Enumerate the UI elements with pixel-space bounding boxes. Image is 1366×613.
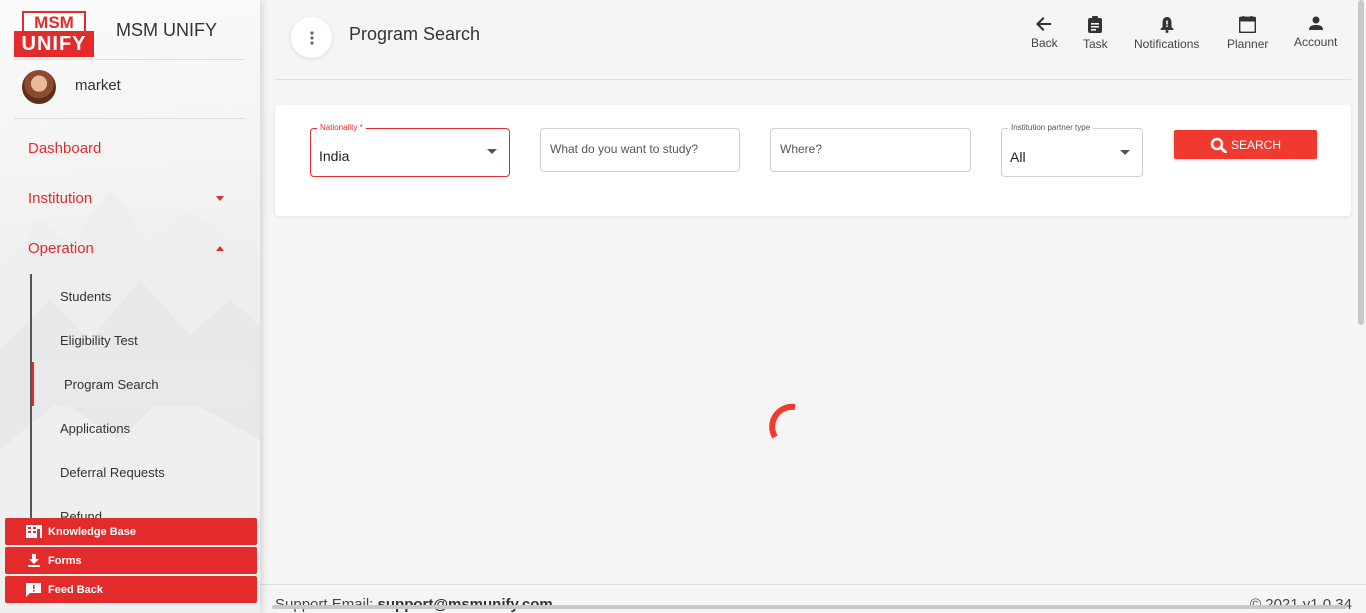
user-profile[interactable]: market — [22, 69, 121, 105]
sidebar-subitem-deferral-requests[interactable]: Deferral Requests — [60, 450, 250, 494]
arrow-left-icon — [1036, 17, 1052, 31]
task-label: Task — [1083, 37, 1108, 51]
institution-partner-type-select[interactable]: Institution partner type All — [1001, 123, 1143, 177]
button-label: Feed Back — [48, 583, 104, 596]
loading-spinner-icon — [768, 403, 804, 448]
more-vertical-icon — [309, 30, 314, 45]
back-label: Back — [1031, 36, 1058, 50]
bell-icon — [1160, 17, 1174, 33]
download-icon — [25, 554, 42, 568]
calendar-icon — [1239, 16, 1257, 33]
forms-button[interactable]: Forms — [5, 547, 257, 574]
avatar — [22, 70, 56, 104]
sidebar-item-operation[interactable]: Operation — [28, 236, 228, 260]
search-button-label: SEARCH — [1230, 137, 1281, 152]
planner-label: Planner — [1227, 37, 1269, 51]
feedback-button[interactable]: Feed Back — [5, 576, 257, 603]
sidebar-subitem-label: Program Search — [64, 376, 159, 392]
dropdown-arrow-icon — [487, 149, 497, 154]
nationality-select[interactable]: Nationality * India — [310, 123, 510, 177]
divider — [14, 118, 245, 119]
search-icon — [1210, 137, 1227, 153]
brand-name: MSM UNIFY — [116, 19, 217, 40]
study-placeholder: What do you want to study? — [550, 142, 699, 156]
sidebar-item-label: Dashboard — [28, 139, 102, 157]
sidebar: MSM UNIFY MSM UNIFY market Dashboard Ins… — [0, 0, 260, 613]
account-label: Account — [1294, 35, 1338, 49]
sidebar-subitem-label: Deferral Requests — [60, 464, 165, 480]
page-title: Program Search — [349, 24, 481, 44]
search-button[interactable]: SEARCH — [1174, 130, 1317, 159]
sidebar-subitem-eligibility-test[interactable]: Eligibility Test — [60, 318, 250, 362]
sidebar-subitem-label: Students — [60, 288, 112, 304]
top-header: Program Search Back Task Notifications P… — [275, 0, 1351, 80]
caret-up-icon — [216, 245, 224, 251]
sidebar-subitem-students[interactable]: Students — [60, 274, 250, 318]
msm-unify-logo: MSM UNIFY — [14, 11, 94, 57]
vertical-scrollbar[interactable] — [1358, 0, 1364, 325]
where-placeholder: Where? — [780, 142, 823, 156]
nationality-label: Nationality * — [317, 123, 366, 133]
brand[interactable]: MSM UNIFY MSM UNIFY — [14, 10, 246, 58]
dropdown-arrow-icon — [1120, 150, 1130, 155]
feedback-icon — [25, 582, 42, 597]
sidebar-item-label: Operation — [28, 239, 94, 257]
search-card: Nationality * India What do you want to … — [275, 105, 1351, 216]
sidebar-subitem-label: Eligibility Test — [60, 332, 138, 348]
sidebar-subitem-label: Applications — [60, 420, 131, 436]
more-menu-button[interactable] — [291, 17, 332, 58]
person-icon — [1308, 16, 1323, 30]
knowledge-base-button[interactable]: Knowledge Base — [5, 518, 257, 545]
horizontal-scrollbar[interactable] — [272, 605, 1347, 609]
sidebar-subitem-applications[interactable]: Applications — [60, 406, 250, 450]
partner-type-value: All — [1010, 149, 1026, 165]
notifications-label: Notifications — [1134, 37, 1200, 51]
sidebar-item-institution[interactable]: Institution — [28, 186, 228, 210]
partner-type-label: Institution partner type — [1008, 123, 1094, 133]
where-input[interactable]: Where? — [770, 128, 971, 172]
nationality-value: India — [319, 148, 350, 164]
study-input[interactable]: What do you want to study? — [540, 128, 740, 172]
back-button[interactable]: Back — [1031, 16, 1058, 50]
clipboard-icon — [1088, 16, 1103, 33]
button-label: Forms — [48, 554, 82, 567]
building-icon — [25, 525, 42, 539]
divider — [14, 59, 245, 60]
task-button[interactable]: Task — [1083, 16, 1108, 51]
planner-button[interactable]: Planner — [1227, 16, 1268, 51]
sidebar-subitem-program-search[interactable]: Program Search — [32, 362, 250, 406]
sidebar-item-label: Institution — [28, 189, 93, 207]
user-name: market — [75, 76, 121, 94]
button-label: Knowledge Base — [48, 525, 137, 538]
caret-down-icon — [216, 195, 224, 201]
account-button[interactable]: Account — [1294, 16, 1337, 49]
sidebar-item-dashboard[interactable]: Dashboard — [28, 136, 228, 160]
notifications-button[interactable]: Notifications — [1134, 16, 1199, 51]
